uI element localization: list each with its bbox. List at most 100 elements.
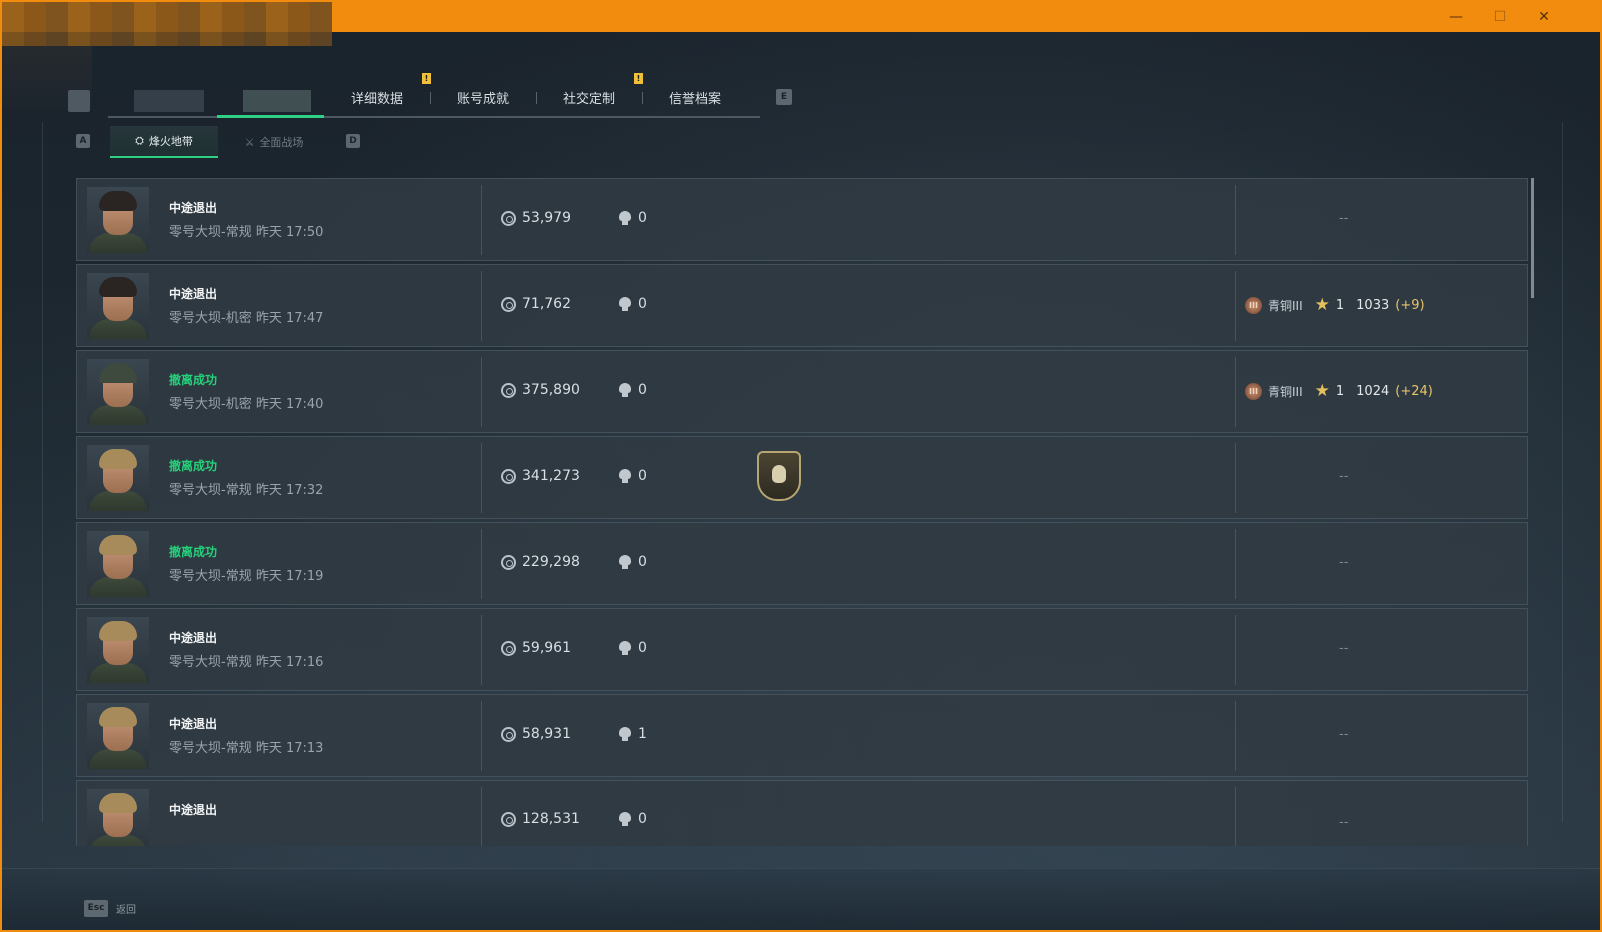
map-name: 零号大坝-常规 — [169, 569, 252, 584]
star-icon: ★ — [1314, 295, 1330, 315]
coin-icon — [501, 811, 516, 827]
tab-redacted-1[interactable] — [134, 90, 204, 112]
tab-underline — [108, 116, 760, 118]
frame-line-left — [42, 122, 43, 822]
kills-stat: 0 — [619, 296, 647, 312]
tab-reputation-profile[interactable]: 信誉档案 — [642, 78, 748, 116]
row-divider — [481, 701, 482, 771]
row-divider — [1235, 271, 1236, 341]
coin-icon — [501, 554, 516, 570]
tab-label: 信誉档案 — [668, 91, 721, 107]
row-divider — [1235, 185, 1236, 255]
money-value: 71,762 — [522, 296, 571, 312]
row-divider — [481, 271, 482, 341]
money-value: 128,531 — [522, 811, 580, 827]
operator-avatar — [87, 789, 149, 846]
map-name: 零号大坝-常规 — [169, 741, 252, 756]
next-tab-key[interactable]: E — [776, 89, 792, 105]
money-stat: 59,961 — [501, 640, 571, 656]
list-scrollbar[interactable] — [1531, 178, 1534, 298]
match-meta: 零号大坝-常规 昨天 17:16 — [169, 651, 323, 670]
bronze-rank-icon: III — [1245, 296, 1262, 314]
rank-score: 1024 — [1356, 383, 1390, 399]
money-value: 59,961 — [522, 640, 571, 656]
coin-icon — [501, 296, 516, 312]
match-row[interactable]: 中途退出 零号大坝-常规 昨天 17:13 58,931 1 -- — [76, 694, 1528, 777]
match-status: 中途退出 — [169, 803, 218, 817]
kills-stat: 0 — [619, 811, 647, 827]
operator-avatar — [87, 617, 149, 683]
match-row[interactable]: 中途退出 128,531 0 -- — [76, 780, 1528, 846]
top-tab-bar: 详细数据 ! 账号成就 社交定制 ! 信誉档案 — [108, 73, 760, 118]
kills-stat: 1 — [619, 726, 647, 742]
coin-icon — [501, 640, 516, 656]
row-divider — [481, 185, 482, 255]
money-stat: 53,979 — [501, 210, 571, 226]
minimize-icon[interactable]: — — [1442, 7, 1470, 27]
skull-icon — [619, 211, 631, 225]
maximize-icon[interactable]: ☐ — [1486, 7, 1514, 27]
prev-tab-key[interactable] — [68, 90, 90, 112]
row-divider — [1235, 443, 1236, 513]
row-divider — [1235, 701, 1236, 771]
match-row[interactable]: 撤离成功 零号大坝-常规 昨天 17:32 341,273 0 -- — [76, 436, 1528, 519]
rank-empty: -- — [1339, 555, 1349, 570]
map-name: 零号大坝-常规 — [169, 655, 252, 670]
subtab-battlefield[interactable]: ⚔ 全面战场 — [222, 126, 326, 158]
money-value: 53,979 — [522, 210, 571, 226]
tab-social-customization[interactable]: 社交定制 — [536, 78, 642, 116]
match-time: 昨天 17:40 — [255, 397, 324, 412]
tab-detailed-data[interactable]: 详细数据 — [324, 78, 430, 116]
prev-subtab-key[interactable]: A — [76, 134, 90, 148]
match-row[interactable]: 中途退出 零号大坝-常规 昨天 17:50 53,979 0 -- — [76, 178, 1528, 261]
row-divider — [1235, 357, 1236, 427]
kills-value: 0 — [638, 296, 647, 312]
skull-icon — [619, 727, 631, 741]
match-meta: 零号大坝-常规 昨天 17:32 — [169, 479, 323, 498]
tab-redacted-2[interactable] — [243, 90, 311, 112]
back-label[interactable]: 返回 — [116, 901, 136, 916]
match-time: 昨天 17:16 — [255, 655, 324, 670]
match-status: 撤离成功 — [169, 373, 218, 387]
tab-label: 详细数据 — [350, 91, 403, 107]
match-time: 昨天 17:50 — [255, 225, 324, 240]
rank-delta: (+9) — [1395, 297, 1425, 313]
match-time: 昨天 17:32 — [255, 483, 324, 498]
money-value: 341,273 — [522, 468, 580, 484]
match-row[interactable]: 中途退出 零号大坝-机密 昨天 17:47 71,762 0 III 青铜III… — [76, 264, 1528, 347]
coin-icon — [501, 468, 516, 484]
bronze-rank-icon: III — [1245, 382, 1262, 400]
map-name: 零号大坝-机密 — [169, 311, 252, 326]
money-stat: 375,890 — [501, 382, 580, 398]
close-icon[interactable]: ✕ — [1530, 7, 1558, 27]
subtab-label: 全面战场 — [259, 136, 304, 149]
match-row[interactable]: 撤离成功 零号大坝-机密 昨天 17:40 375,890 0 III 青铜II… — [76, 350, 1528, 433]
tab-account-achievements[interactable]: 账号成就 — [430, 78, 536, 116]
frame-line-right — [1562, 122, 1563, 822]
money-value: 375,890 — [522, 382, 580, 398]
battlefield-icon: ⚔ — [244, 135, 255, 149]
next-subtab-key[interactable]: D — [346, 134, 360, 148]
match-meta: 零号大坝-常规 昨天 17:13 — [169, 737, 323, 756]
money-stat: 229,298 — [501, 554, 580, 570]
footer-bar — [2, 868, 1600, 930]
match-history-list: 中途退出 零号大坝-常规 昨天 17:50 53,979 0 -- 中途退出 零… — [76, 178, 1528, 846]
match-row[interactable]: 撤离成功 零号大坝-常规 昨天 17:19 229,298 0 -- — [76, 522, 1528, 605]
esc-key[interactable]: Esc — [84, 900, 108, 917]
map-name: 零号大坝-机密 — [169, 397, 252, 412]
subtab-fire-zone[interactable]: ⛭ 烽火地带 — [110, 126, 218, 158]
kills-value: 0 — [638, 640, 647, 656]
rank-tier: 青铜III — [1268, 384, 1303, 399]
money-stat: 71,762 — [501, 296, 571, 312]
row-divider — [481, 529, 482, 599]
skull-icon — [619, 469, 631, 483]
row-divider — [1235, 529, 1236, 599]
match-time: 昨天 17:47 — [255, 311, 324, 326]
match-row[interactable]: 中途退出 零号大坝-常规 昨天 17:16 59,961 0 -- — [76, 608, 1528, 691]
row-divider — [1235, 615, 1236, 685]
rank-tier: 青铜III — [1268, 298, 1303, 313]
kills-stat: 0 — [619, 468, 647, 484]
rank-info: III 青铜III ★ 1 1033 (+9) — [1245, 295, 1425, 315]
operator-avatar — [87, 445, 149, 511]
skull-icon — [619, 297, 631, 311]
